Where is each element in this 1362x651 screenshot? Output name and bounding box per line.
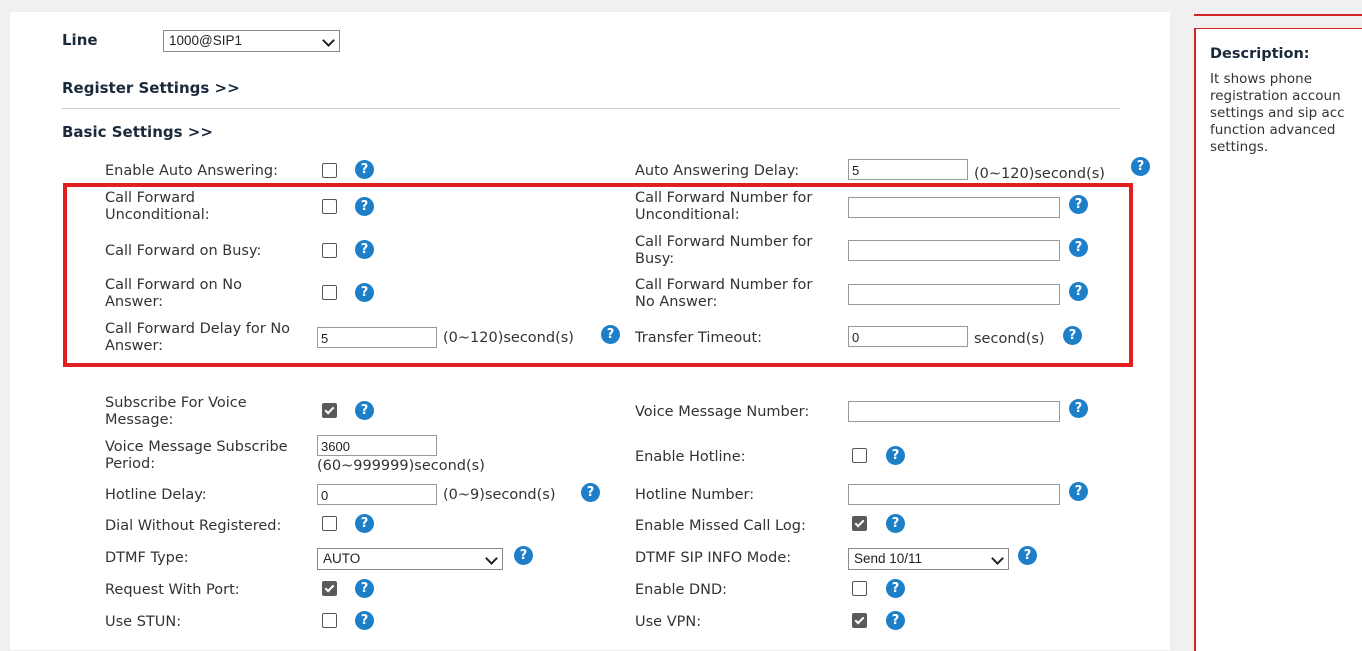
chevron-down-icon — [991, 552, 1004, 565]
dtmf-sip-info-label: DTMF SIP INFO Mode: — [635, 550, 792, 566]
dtmf-sip-info-select[interactable]: Send 10/11 — [848, 548, 1009, 570]
help-icon[interactable]: ? — [1069, 399, 1088, 418]
vpn-checkbox[interactable] — [852, 613, 867, 628]
dial-unreg-checkbox[interactable] — [322, 516, 337, 531]
cf-unconditional-number-label: Call Forward Number for Unconditional: — [635, 190, 813, 223]
transfer-timeout-input[interactable]: 0 — [848, 326, 968, 347]
help-icon[interactable]: ? — [355, 611, 374, 630]
hotline-checkbox[interactable] — [852, 448, 867, 463]
vm-period-label: Voice Message Subscribe Period: — [105, 439, 288, 472]
hotline-delay-input[interactable]: 0 — [317, 484, 437, 505]
auto-answer-delay-label: Auto Answering Delay: — [635, 163, 800, 179]
auto-answer-label: Enable Auto Answering: — [105, 163, 278, 179]
hotline-number-label: Hotline Number: — [635, 487, 755, 503]
register-settings-link[interactable]: Register Settings >> — [62, 80, 240, 97]
dtmf-type-label: DTMF Type: — [105, 550, 189, 566]
cf-no-answer-number-input[interactable] — [848, 284, 1060, 305]
hotline-number-input[interactable] — [848, 484, 1060, 505]
line-select-value: 1000@SIP1 — [169, 33, 243, 48]
vm-period-unit: (60~999999)second(s) — [317, 458, 485, 474]
vm-number-label: Voice Message Number: — [635, 404, 810, 420]
help-icon[interactable]: ? — [355, 160, 374, 179]
hotline-label: Enable Hotline: — [635, 449, 746, 465]
help-icon[interactable]: ? — [1069, 238, 1088, 257]
cf-delay-label: Call Forward Delay for No Answer: — [105, 321, 291, 354]
subscribe-vm-checkbox[interactable] — [322, 403, 337, 418]
help-icon[interactable]: ? — [886, 446, 905, 465]
description-title: Description: — [1210, 46, 1310, 62]
dtmf-type-select[interactable]: AUTO — [317, 548, 503, 570]
auto-answer-delay-unit: (0~120)second(s) — [974, 166, 1105, 182]
dial-unreg-label: Dial Without Registered: — [105, 518, 282, 534]
missed-log-label: Enable Missed Call Log: — [635, 518, 806, 534]
help-icon[interactable]: ? — [886, 514, 905, 533]
cf-busy-label: Call Forward on Busy: — [105, 243, 262, 259]
auto-answer-checkbox[interactable] — [322, 163, 337, 178]
cf-no-answer-number-label: Call Forward Number for No Answer: — [635, 277, 813, 310]
dtmf-sip-info-value: Send 10/11 — [854, 551, 923, 566]
cf-busy-checkbox[interactable] — [322, 243, 337, 258]
cf-busy-number-label: Call Forward Number for Busy: — [635, 234, 813, 267]
transfer-timeout-unit: second(s) — [974, 331, 1045, 347]
help-icon[interactable]: ? — [1131, 157, 1150, 176]
request-port-label: Request With Port: — [105, 582, 240, 598]
chevron-down-icon — [322, 34, 335, 47]
hotline-delay-unit: (0~9)second(s) — [443, 487, 556, 503]
help-icon[interactable]: ? — [1069, 195, 1088, 214]
description-panel: Description: It shows phone registration… — [1194, 28, 1362, 651]
vm-period-input[interactable]: 3600 — [317, 435, 437, 456]
help-icon[interactable]: ? — [1063, 326, 1082, 345]
dtmf-type-value: AUTO — [323, 551, 361, 566]
line-label: Line — [62, 31, 98, 49]
help-icon[interactable]: ? — [514, 546, 533, 565]
description-text: It shows phone registration accoun setti… — [1210, 71, 1345, 155]
auto-answer-delay-input[interactable]: 5 — [848, 159, 968, 180]
help-icon[interactable]: ? — [1069, 482, 1088, 501]
dnd-label: Enable DND: — [635, 582, 728, 598]
transfer-timeout-label: Transfer Timeout: — [635, 330, 763, 346]
dnd-checkbox[interactable] — [852, 581, 867, 596]
cf-unconditional-label: Call Forward Unconditional: — [105, 190, 210, 223]
help-icon[interactable]: ? — [355, 579, 374, 598]
section-divider — [62, 108, 1120, 109]
help-icon[interactable]: ? — [355, 401, 374, 420]
stun-label: Use STUN: — [105, 614, 182, 630]
help-icon[interactable]: ? — [1069, 282, 1088, 301]
cf-unconditional-number-input[interactable] — [848, 197, 1060, 218]
help-icon[interactable]: ? — [355, 197, 374, 216]
line-select[interactable]: 1000@SIP1 — [163, 30, 340, 52]
subscribe-vm-label: Subscribe For Voice Message: — [105, 395, 247, 428]
help-icon[interactable]: ? — [886, 611, 905, 630]
cf-delay-unit: (0~120)second(s) — [443, 330, 574, 346]
help-icon[interactable]: ? — [886, 579, 905, 598]
cf-busy-number-input[interactable] — [848, 240, 1060, 261]
cf-no-answer-checkbox[interactable] — [322, 285, 337, 300]
request-port-checkbox[interactable] — [322, 581, 337, 596]
help-icon[interactable]: ? — [601, 325, 620, 344]
help-icon[interactable]: ? — [1018, 546, 1037, 565]
top-accent-line — [1194, 14, 1362, 16]
hotline-delay-label: Hotline Delay: — [105, 487, 207, 503]
chevron-down-icon — [485, 552, 498, 565]
help-icon[interactable]: ? — [355, 283, 374, 302]
missed-log-checkbox[interactable] — [852, 516, 867, 531]
cf-delay-input[interactable]: 5 — [317, 327, 437, 348]
basic-settings-link[interactable]: Basic Settings >> — [62, 124, 213, 141]
cf-unconditional-checkbox[interactable] — [322, 199, 337, 214]
help-icon[interactable]: ? — [581, 483, 600, 502]
vm-number-input[interactable] — [848, 401, 1060, 422]
vpn-label: Use VPN: — [635, 614, 702, 630]
help-icon[interactable]: ? — [355, 514, 374, 533]
stun-checkbox[interactable] — [322, 613, 337, 628]
help-icon[interactable]: ? — [355, 240, 374, 259]
cf-no-answer-label: Call Forward on No Answer: — [105, 277, 242, 310]
